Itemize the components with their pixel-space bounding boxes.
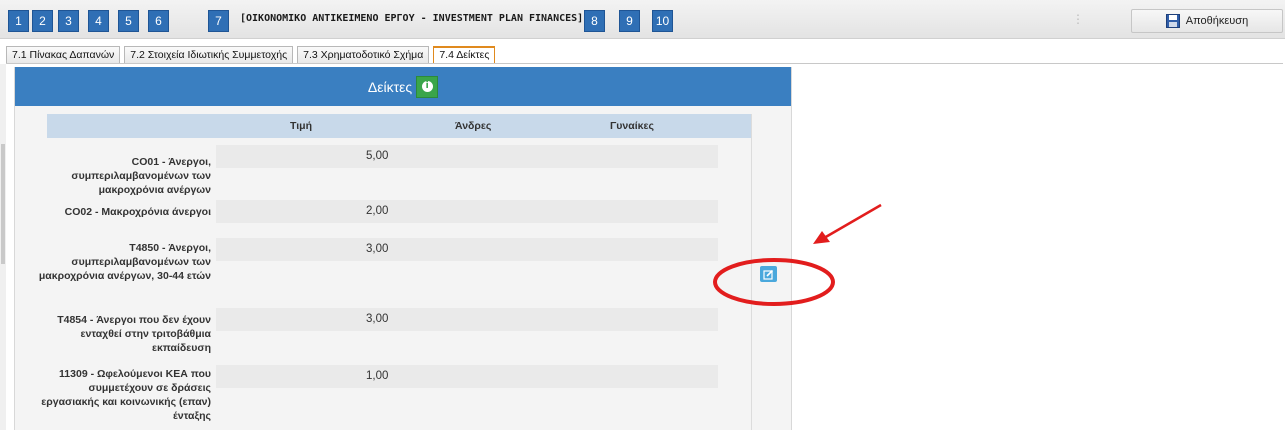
indicator-label: CO02 - Μακροχρόνια άνεργοι xyxy=(64,206,211,218)
step-button-9[interactable]: 9 xyxy=(619,10,640,32)
step-button-8[interactable]: 8 xyxy=(584,10,605,32)
column-divider xyxy=(751,114,752,430)
column-header-women: Γυναίκες xyxy=(610,120,654,132)
table-row: 3,00 xyxy=(216,308,718,331)
column-header-men: Άνδρες xyxy=(455,120,492,132)
indicator-value: 1,00 xyxy=(366,370,389,382)
toolbar-separator: ⋮ xyxy=(1072,12,1084,26)
left-scrollbar[interactable] xyxy=(0,64,6,430)
table-row: 3,00 xyxy=(216,238,718,261)
step-button-2[interactable]: 2 xyxy=(32,10,53,32)
column-header-value: Τιμή xyxy=(290,120,312,132)
step-button-6[interactable]: 6 xyxy=(148,10,169,32)
table-row: 2,00 xyxy=(216,200,718,223)
step-button-7[interactable]: 7 xyxy=(208,10,229,32)
indicator-value: 3,00 xyxy=(366,243,389,255)
step-button-3[interactable]: 3 xyxy=(58,10,79,32)
indicator-value: 5,00 xyxy=(366,150,389,162)
red-arrow-head xyxy=(813,231,830,244)
current-step-title: [ΟΙΚΟΝΟΜΙΚΟ ΑΝΤΙΚΕΙΜΕΝΟ ΕΡΓΟΥ - INVESTME… xyxy=(240,13,584,24)
indicator-label: 11309 - Ωφελούμενοι ΚΕΑ που συμμετέχουν … xyxy=(41,368,211,422)
tab-bar: 7.1 Πίνακας Δαπανών 7.2 Στοιχεία Ιδιωτικ… xyxy=(6,46,496,64)
indicator-label: T4854 - Άνεργοι που δεν έχουν ενταχθεί σ… xyxy=(57,314,211,354)
step-bar: 1 2 3 4 5 6 7 [ΟΙΚΟΝΟΜΙΚΟ ΑΝΤΙΚΕΙΜΕΝΟ ΕΡ… xyxy=(0,0,1285,39)
indicator-value: 2,00 xyxy=(366,205,389,217)
red-arrow xyxy=(823,203,882,240)
step-button-1[interactable]: 1 xyxy=(8,10,29,32)
table-row: 5,00 xyxy=(216,145,718,168)
step-button-10[interactable]: 10 xyxy=(652,10,673,32)
table-header: Τιμή Άνδρες Γυναίκες xyxy=(47,114,751,138)
step-button-5[interactable]: 5 xyxy=(118,10,139,32)
indicator-label: CO01 - Άνεργοι, συμπεριλαμβανομένων των … xyxy=(71,156,211,196)
edit-icon[interactable] xyxy=(760,266,777,282)
info-icon[interactable]: i xyxy=(416,75,439,98)
step-button-4[interactable]: 4 xyxy=(88,10,109,32)
indicator-label: T4850 - Άνεργοι, συμπεριλαμβανομένων των… xyxy=(38,242,211,282)
tab-underline xyxy=(6,63,1283,64)
scrollbar-thumb[interactable] xyxy=(1,144,5,264)
indicator-value: 3,00 xyxy=(366,313,389,325)
save-button-label: Αποθήκευση xyxy=(1185,15,1249,27)
tab-expenses-table[interactable]: 7.1 Πίνακας Δαπανών xyxy=(6,46,121,63)
panel-title: Δείκτες xyxy=(367,78,413,95)
tab-indicators[interactable]: 7.4 Δείκτες xyxy=(433,46,496,64)
indicators-panel: Δείκτες i Τιμή Άνδρες Γυναίκες CO01 - Άν… xyxy=(14,67,792,430)
save-button[interactable]: Αποθήκευση xyxy=(1131,9,1283,33)
table-row: 1,00 xyxy=(216,365,718,388)
floppy-disk-icon xyxy=(1165,14,1180,28)
tab-private-participation[interactable]: 7.2 Στοιχεία Ιδιωτικής Συμμετοχής xyxy=(124,46,294,63)
tab-financing-scheme[interactable]: 7.3 Χρηματοδοτικό Σχήμα xyxy=(297,46,430,63)
panel-header: Δείκτες i xyxy=(15,67,791,106)
